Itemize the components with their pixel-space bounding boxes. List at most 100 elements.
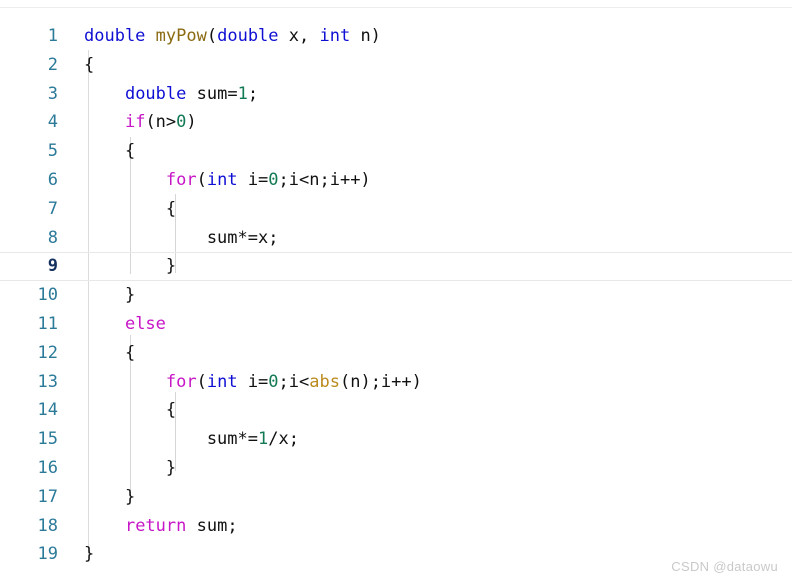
token-punct: } [165,256,177,277]
code-line-text[interactable]: double myPow(double x, int n) [84,22,381,51]
token-plain: ) [186,112,197,133]
line-number[interactable]: 4 [0,108,58,137]
code-line[interactable]: 12 { [0,339,792,368]
code-line-text[interactable]: } [84,281,135,310]
token-num: 0 [176,112,187,133]
token-plain: ;i< [278,371,310,392]
token-plain: sum= [186,83,238,104]
line-number[interactable]: 13 [0,368,58,397]
code-line-text[interactable]: } [84,483,135,512]
line-number[interactable]: 16 [0,454,58,483]
token-type: double [124,83,187,104]
code-line[interactable]: 14 { [0,396,792,425]
code-line-text[interactable]: double sum=1; [84,80,258,109]
code-editor[interactable]: 1 double myPow(double x, int n) 2{3 double… [0,0,792,582]
code-line[interactable]: 18 return sum; [0,512,792,541]
top-divider [0,7,792,8]
token-punct: ; [247,83,259,104]
line-number[interactable]: 5 [0,137,58,166]
line-number[interactable]: 12 [0,339,58,368]
token-num: 0 [268,169,279,190]
token-plain: ( [196,371,207,392]
code-line-text[interactable]: { [84,339,135,368]
code-line-text[interactable]: { [84,396,176,425]
line-number[interactable]: 11 [0,310,58,339]
code-line[interactable]: 7 { [0,195,792,224]
code-line-text[interactable]: } [84,454,176,483]
code-line[interactable]: 11 else [0,310,792,339]
token-num: 0 [268,371,279,392]
code-line-text[interactable]: } [84,540,94,569]
watermark: CSDN @dataowu [671,559,778,574]
token-punct: } [124,285,136,306]
code-line[interactable]: 13 for(int i=0;i<abs(n);i++) [0,368,792,397]
line-number[interactable]: 18 [0,512,58,541]
code-line-text[interactable]: sum*=1/x; [84,425,299,454]
code-lines-container[interactable]: 1 double myPow(double x, int n) 2{3 double… [0,22,792,569]
code-line-text[interactable]: return sum; [84,512,238,541]
token-num: 1 [237,83,248,104]
token-type: double [84,26,146,46]
token-plain: sum; [186,515,238,536]
line-number[interactable]: 10 [0,281,58,310]
code-line[interactable]: 9 } [0,252,792,281]
token-plain: i= [237,169,269,190]
code-line[interactable]: 8 sum*=x; [0,224,792,253]
token-plain: ;i<n;i++) [278,169,371,190]
code-line[interactable]: 4 if(n>0) [0,108,792,137]
token-plain: ( [196,169,207,190]
code-line[interactable]: 6 for(int i=0;i<n;i++) [0,166,792,195]
token-punct: } [124,486,136,507]
line-number[interactable]: 15 [0,425,58,454]
code-line-text[interactable]: if(n>0) [84,108,197,137]
code-line[interactable]: 5 { [0,137,792,166]
line-number[interactable]: 2 [0,51,58,80]
line-number[interactable]: 1 [0,22,58,51]
token-punct: { [124,342,136,363]
token-punct: } [165,457,177,478]
code-line-text[interactable]: for(int i=0;i<abs(n);i++) [84,368,422,397]
code-line-text[interactable]: sum*=x; [84,224,279,253]
code-line-text[interactable]: } [84,252,176,281]
token-kw: for [165,169,197,190]
code-line-text[interactable]: { [84,195,176,224]
code-line-text[interactable]: { [84,137,135,166]
line-number[interactable]: 6 [0,166,58,195]
token-plain: (n> [145,112,177,133]
line-number[interactable]: 8 [0,224,58,253]
token-num: 1 [258,429,269,450]
token-plain: i= [237,371,269,392]
line-number[interactable]: 7 [0,195,58,224]
line-number[interactable]: 9 [0,252,58,281]
code-line-text[interactable]: { [84,51,94,80]
code-line-text[interactable]: for(int i=0;i<n;i++) [84,166,371,195]
line-number[interactable]: 14 [0,396,58,425]
token-plain: sum*= [84,429,258,450]
token-kw: for [165,371,197,392]
code-line[interactable]: 3 double sum=1; [0,80,792,109]
token-punct: { [84,54,95,75]
line-number[interactable]: 17 [0,483,58,512]
line-number[interactable]: 3 [0,80,58,109]
code-line-text[interactable]: else [84,310,166,339]
code-line[interactable]: 1 double myPow(double x, int n) [0,22,792,51]
token-type: int [206,371,238,392]
token-punct: { [165,198,177,219]
code-line[interactable]: 10 } [0,281,792,310]
token-type: double [217,26,279,46]
code-line[interactable]: 16 } [0,454,792,483]
code-line[interactable]: 15 sum*=1/x; [0,425,792,454]
line-number[interactable]: 19 [0,540,58,569]
code-line[interactable]: 17 } [0,483,792,512]
token-plain: sum*=x; [84,227,279,248]
token-type: int [206,169,238,190]
code-line[interactable]: 2{ [0,51,792,80]
